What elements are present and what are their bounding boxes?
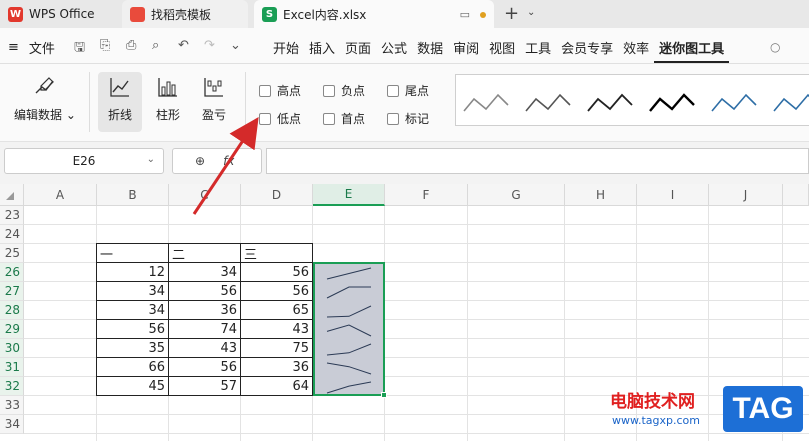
wps-window: W WPS Office 找稻壳模板 S Excel内容.xlsx ▭ + ⌄ … <box>0 0 809 441</box>
watermark-text: 电脑技术网 <box>610 392 695 412</box>
watermark-url: www.tagxp.com <box>612 414 700 427</box>
watermark-tag-logo: TAG <box>723 386 803 432</box>
annotation-arrow <box>192 117 259 215</box>
